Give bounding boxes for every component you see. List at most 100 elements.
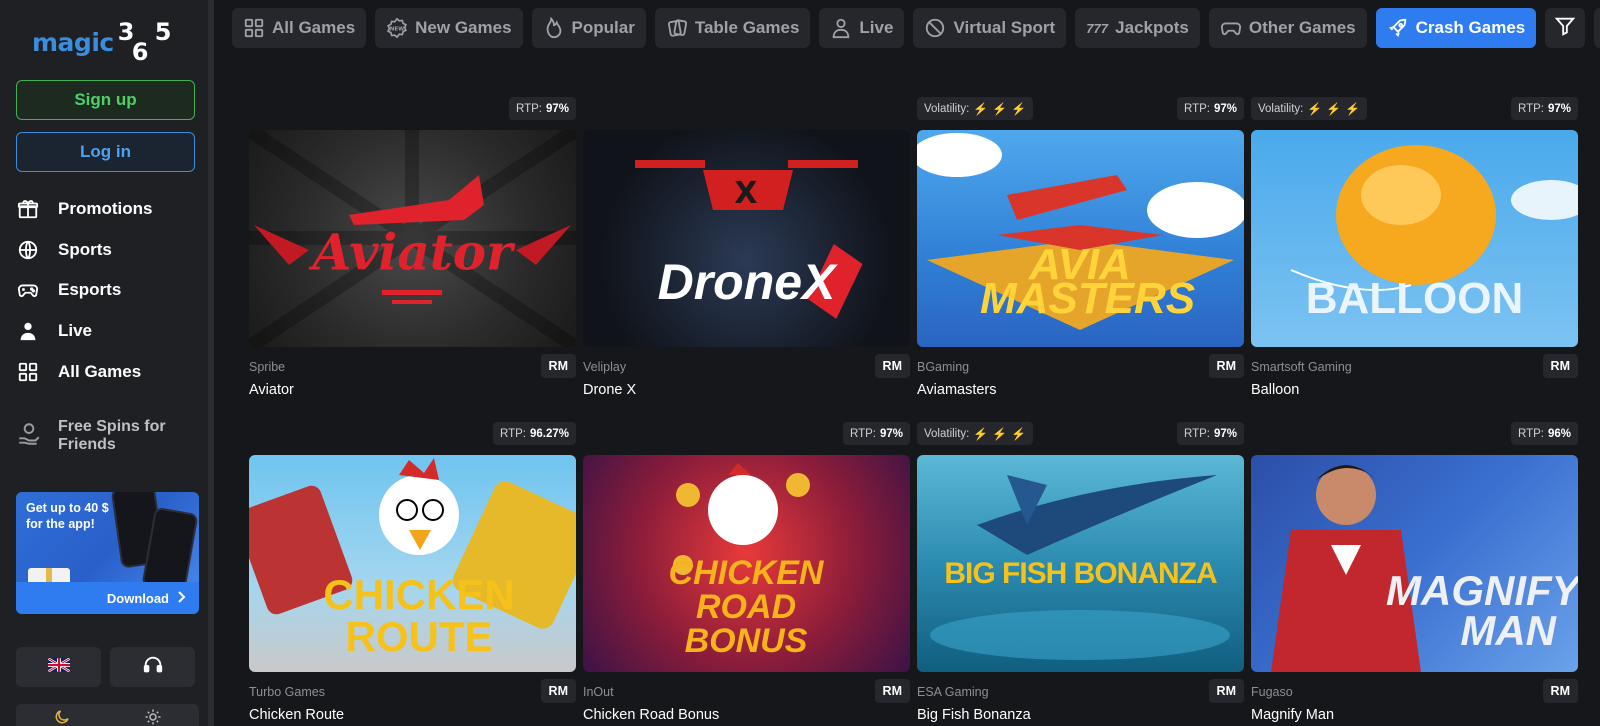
hand-coin-icon <box>16 421 42 452</box>
game-thumbnail[interactable]: BALLOON <box>1251 130 1578 347</box>
chevron-right-icon <box>177 590 187 606</box>
logo[interactable]: magic 3 5 6 <box>32 20 177 64</box>
tab-jackpots[interactable]: 777 Jackpots <box>1075 8 1200 48</box>
game-provider: ESA Gaming <box>917 685 989 699</box>
sidebar-item-sports[interactable]: Sports <box>16 230 196 271</box>
sidebar-item-live[interactable]: Live <box>16 311 196 352</box>
sun-icon[interactable] <box>144 708 162 726</box>
tab-label: Table Games <box>694 18 800 37</box>
tab-virtual-sport[interactable]: Virtual Sport <box>913 8 1067 48</box>
dealer-icon <box>16 319 40 343</box>
game-provider: BGaming <box>917 360 970 374</box>
game-thumbnail[interactable]: BIG FISH BONANZA <box>917 455 1244 672</box>
currency-badge: RM <box>874 354 910 378</box>
game-provider: Veliplay <box>583 360 627 374</box>
game-provider: InOut <box>583 685 614 699</box>
game-art-title: CHICKEN ROAD BONUS <box>668 553 824 660</box>
login-button[interactable]: Log in <box>16 132 195 172</box>
download-button[interactable]: Download <box>16 582 199 614</box>
game-name[interactable]: Chicken Route <box>249 707 344 723</box>
filter-button[interactable] <box>1545 8 1586 48</box>
category-tabs: All Games NEW New Games Popular Table Ga… <box>232 8 1600 48</box>
search-button[interactable] <box>1594 8 1600 48</box>
game-name[interactable]: Aviator <box>249 382 294 398</box>
support-button[interactable] <box>110 647 195 687</box>
volatility-badge: Volatility: ⚡ ⚡ ⚡ <box>917 97 1034 120</box>
sidebar-item-label: Sports <box>58 239 112 259</box>
svg-text:X: X <box>734 176 757 211</box>
dealer-icon <box>829 16 853 40</box>
uk-flag-icon <box>46 656 71 677</box>
game-art-title: MAGNIFY MAN <box>1386 567 1578 655</box>
svg-text:NEW: NEW <box>390 26 404 32</box>
game-art-title: AVIA MASTERS <box>980 239 1196 323</box>
game-art-title: Aviator <box>312 222 513 282</box>
sidebar-item-all-games[interactable]: All Games <box>16 351 196 392</box>
game-thumbnail[interactable]: X DroneX <box>583 130 910 347</box>
rtp-badge: RTP: 96% <box>1510 422 1578 445</box>
game-thumbnail[interactable]: MAGNIFY MAN <box>1251 455 1578 672</box>
rtp-badge: RTP: 96.27% <box>492 422 576 445</box>
currency-badge: RM <box>1208 354 1244 378</box>
game-thumbnail[interactable]: Aviator <box>249 130 576 347</box>
tab-popular[interactable]: Popular <box>531 8 646 48</box>
signup-button[interactable]: Sign up <box>16 80 195 120</box>
tab-label: All Games <box>272 18 356 37</box>
logo-word: magic <box>32 27 114 57</box>
volatility-badge: Volatility: ⚡ ⚡ ⚡ <box>1251 97 1368 120</box>
free-spins-link[interactable]: Free Spins for Friends <box>16 418 201 454</box>
headset-icon <box>142 654 164 681</box>
rtp-badge: RTP: 97% <box>842 422 910 445</box>
tab-crash-games[interactable]: Crash Games <box>1375 8 1537 48</box>
tab-label: New Games <box>415 18 512 37</box>
tab-label: Other Games <box>1248 18 1356 37</box>
sidebar-nav: Promotions Sports Esports Live All Games <box>16 189 196 392</box>
tab-label: Popular <box>571 18 635 37</box>
logo-numbers: 3 5 6 <box>117 18 178 66</box>
game-name[interactable]: Magnify Man <box>1251 707 1334 723</box>
tab-live[interactable]: Live <box>819 8 905 48</box>
ball-icon <box>923 16 947 40</box>
game-art-title: BALLOON <box>1305 274 1524 324</box>
volatility-badge: Volatility: ⚡ ⚡ ⚡ <box>917 422 1034 445</box>
game-provider: Fugaso <box>1251 685 1293 699</box>
game-art-title: CHICKEN ROUTE <box>323 570 515 660</box>
tab-other-games[interactable]: Other Games <box>1208 8 1367 48</box>
theme-toggle[interactable] <box>16 704 199 726</box>
language-button[interactable] <box>16 647 101 687</box>
game-thumbnail[interactable]: CHICKEN ROUTE <box>249 455 576 672</box>
currency-badge: RM <box>1208 679 1244 703</box>
ball-icon <box>16 238 40 262</box>
app-promo-banner[interactable]: Get up to 40 $ for the app! Download <box>16 492 199 614</box>
game-name[interactable]: Drone X <box>583 382 636 398</box>
currency-badge: RM <box>1542 354 1578 378</box>
game-thumbnail[interactable]: AVIA MASTERS <box>917 130 1244 347</box>
game-provider: Turbo Games <box>249 685 325 699</box>
tab-label: Virtual Sport <box>953 18 1056 37</box>
tab-all-games[interactable]: All Games <box>232 8 367 48</box>
tab-table-games[interactable]: Table Games <box>654 8 811 48</box>
currency-badge: RM <box>540 679 576 703</box>
rtp-badge: RTP: 97% <box>1510 97 1578 120</box>
tab-label: Crash Games <box>1415 18 1526 37</box>
game-name[interactable]: Chicken Road Bonus <box>583 707 719 723</box>
game-provider: Spribe <box>249 360 286 374</box>
game-name[interactable]: Aviamasters <box>917 382 997 398</box>
game-name[interactable]: Big Fish Bonanza <box>917 707 1031 723</box>
sidebar-item-promotions[interactable]: Promotions <box>16 189 196 230</box>
moon-icon[interactable] <box>53 708 71 726</box>
game-name[interactable]: Balloon <box>1251 382 1299 398</box>
currency-badge: RM <box>540 354 576 378</box>
tab-label: Jackpots <box>1115 18 1189 37</box>
rocket-icon <box>1386 16 1410 40</box>
tab-new-games[interactable]: NEW New Games <box>375 8 523 48</box>
game-art-title: DroneX <box>657 253 836 310</box>
game-thumbnail[interactable]: CHICKEN ROAD BONUS <box>583 455 910 672</box>
sidebar-item-esports[interactable]: Esports <box>16 270 196 311</box>
sidebar-item-label: Promotions <box>58 199 153 219</box>
game-provider: Smartsoft Gaming <box>1251 360 1352 374</box>
currency-badge: RM <box>874 679 910 703</box>
tab-label: Live <box>859 18 894 37</box>
filter-icon <box>1554 15 1576 42</box>
gamepad-icon <box>16 278 40 302</box>
